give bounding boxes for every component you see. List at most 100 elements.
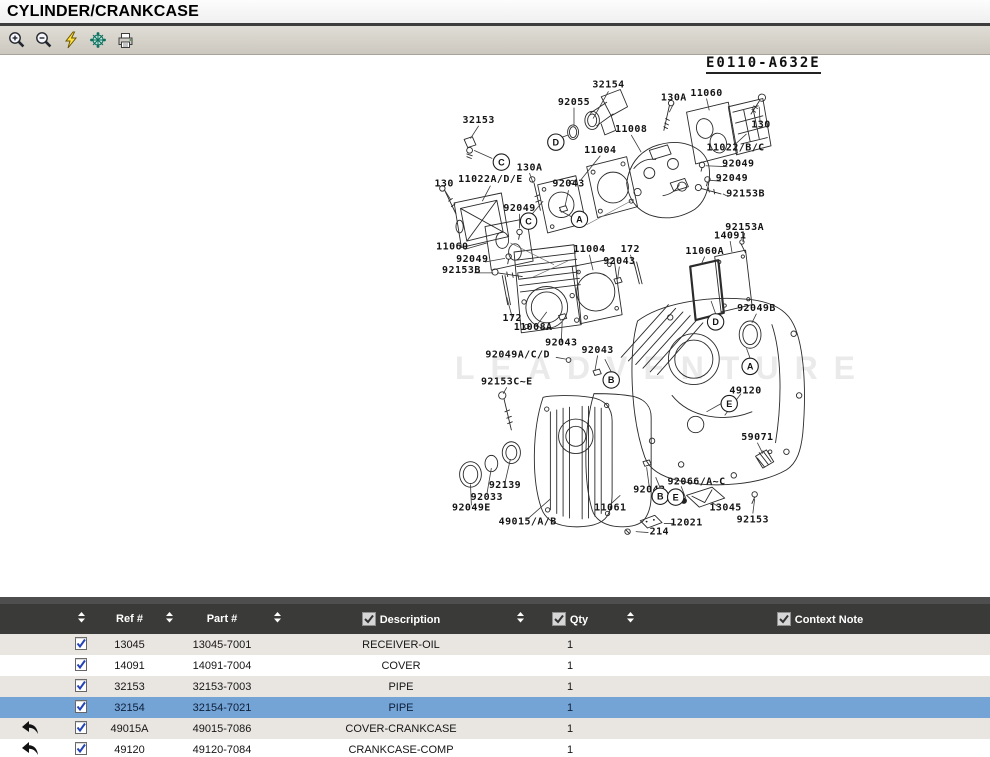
part-number-label: 11022A/D/E: [458, 174, 523, 185]
callout-circle-D: D: [548, 134, 564, 150]
part-number-label: 92139: [489, 480, 521, 491]
table-row[interactable]: 32153 32153-7003 PIPE 1: [0, 676, 990, 697]
part-number-label: 11004: [573, 244, 605, 255]
part-number-label: 92153C~E: [481, 377, 533, 388]
part-number-label: 14091: [714, 230, 746, 241]
parts-table: Ref # Part # Description Qty Context Not…: [0, 604, 990, 757]
ref-number: 49120: [102, 739, 157, 757]
svg-text:B: B: [657, 491, 664, 501]
context-note: [650, 718, 990, 739]
context-note-checkbox[interactable]: [777, 612, 791, 626]
svg-text:A: A: [576, 215, 583, 225]
table-row[interactable]: 32154 32154-7021 PIPE 1: [0, 697, 990, 718]
description-column-header[interactable]: Description: [292, 604, 510, 634]
part-number: 49015-7086: [182, 718, 262, 739]
part-number-label: 92043: [603, 256, 635, 267]
part-number-label: 130A: [661, 92, 687, 103]
part-number-label: 130A: [517, 162, 543, 173]
web-links-icon[interactable]: [88, 30, 108, 50]
diagram-toolbar: [0, 26, 990, 55]
ref-number: 13045: [102, 634, 157, 655]
svg-text:D: D: [553, 137, 560, 147]
diagram-area[interactable]: LEADVENTURE: [0, 55, 990, 597]
callout-circle-A: A: [571, 211, 587, 227]
sort-icon[interactable]: [166, 612, 173, 626]
part-number-label: 11060: [436, 241, 468, 252]
part-number-label: 92066/A~C: [667, 476, 725, 487]
part-number-label: 130: [434, 179, 453, 190]
part-number-label: 92153B: [726, 189, 765, 200]
table-row[interactable]: 14091 14091-7004 COVER 1: [0, 655, 990, 676]
callout-circle-E: E: [667, 489, 683, 505]
exploded-parts-diagram: 321549205532153130A110601301100811004110…: [0, 55, 990, 597]
sort-toggle[interactable]: [610, 604, 650, 634]
callout-circle-B: B: [652, 488, 668, 504]
ref-column-header[interactable]: Ref #: [102, 604, 157, 634]
part-column-header[interactable]: Part #: [182, 604, 262, 634]
part-description: RECEIVER-OIL: [292, 634, 510, 655]
sort-toggle[interactable]: [60, 604, 102, 634]
callout-circle-C: C: [493, 154, 509, 170]
part-qty: 1: [530, 718, 610, 739]
part-qty: 1: [530, 739, 610, 757]
note-check-icon[interactable]: [73, 740, 89, 756]
print-icon[interactable]: [115, 30, 135, 50]
sort-icon[interactable]: [627, 612, 634, 626]
svg-text:A: A: [747, 362, 754, 372]
sort-icon[interactable]: [274, 612, 281, 626]
context-note: [650, 676, 990, 697]
part-number-label: 32154: [592, 80, 624, 91]
zoom-in-icon[interactable]: [7, 30, 27, 50]
part-description: COVER-CRANKCASE: [292, 718, 510, 739]
context-note-column-header[interactable]: Context Note: [650, 604, 990, 634]
table-row[interactable]: 49015A 49015-7086 COVER-CRANKCASE 1: [0, 718, 990, 739]
sort-toggle[interactable]: [157, 604, 182, 634]
part-description: PIPE: [292, 697, 510, 718]
diagram-code: E0110-A632E: [706, 55, 821, 74]
part-number-label: 172: [621, 244, 640, 255]
context-note: [650, 634, 990, 655]
part-number-label: 130: [751, 120, 770, 131]
description-checkbox[interactable]: [362, 612, 376, 626]
parts-catalog-page: CYLINDER/CRANKCASE LEADVENTURE: [0, 0, 990, 757]
sort-icon[interactable]: [517, 612, 524, 626]
note-check-icon[interactable]: [73, 698, 89, 714]
qty-column-header[interactable]: Qty: [530, 604, 610, 634]
sort-icon[interactable]: [78, 612, 85, 626]
sort-toggle[interactable]: [262, 604, 292, 634]
callout-circle-C: C: [520, 213, 536, 229]
page-title: CYLINDER/CRANKCASE: [0, 3, 199, 21]
context-note: [650, 655, 990, 676]
note-check-icon[interactable]: [73, 719, 89, 735]
table-header-row: Ref # Part # Description Qty Context Not…: [0, 604, 990, 634]
lightning-hotspots-icon[interactable]: [61, 30, 81, 50]
zoom-out-icon[interactable]: [34, 30, 54, 50]
note-check-icon[interactable]: [73, 656, 89, 672]
part-number-label: 92049A/C/D: [485, 349, 550, 360]
svg-text:C: C: [498, 157, 505, 167]
qty-checkbox[interactable]: [552, 612, 566, 626]
sort-toggle[interactable]: [510, 604, 530, 634]
note-check-icon[interactable]: [73, 677, 89, 693]
callout-circle-E: E: [721, 395, 737, 411]
part-number-label: 92049: [456, 254, 488, 265]
svg-text:E: E: [726, 399, 732, 409]
ref-number: 14091: [102, 655, 157, 676]
part-number-label: 11022/B/C: [707, 142, 765, 153]
ref-number: 49015A: [102, 718, 157, 739]
part-number-label: 92033: [471, 492, 503, 503]
table-row[interactable]: 49120 49120-7084 CRANKCASE-COMP 1: [0, 739, 990, 757]
svg-text:D: D: [712, 317, 719, 327]
note-check-icon[interactable]: [73, 635, 89, 651]
part-number-label: 11060: [690, 88, 722, 99]
part-description: COVER: [292, 655, 510, 676]
table-row[interactable]: 13045 13045-7001 RECEIVER-OIL 1: [0, 634, 990, 655]
undo-column-header: [0, 604, 60, 634]
part-number-label: 92049B: [737, 303, 776, 314]
undo-arrow-icon[interactable]: [19, 740, 41, 756]
part-number-label: 11008A: [514, 322, 553, 333]
undo-arrow-icon[interactable]: [19, 719, 41, 735]
part-description: CRANKCASE-COMP: [292, 739, 510, 757]
part-number-label: 11060A: [685, 246, 724, 257]
part-number-label: 11004: [584, 145, 616, 156]
